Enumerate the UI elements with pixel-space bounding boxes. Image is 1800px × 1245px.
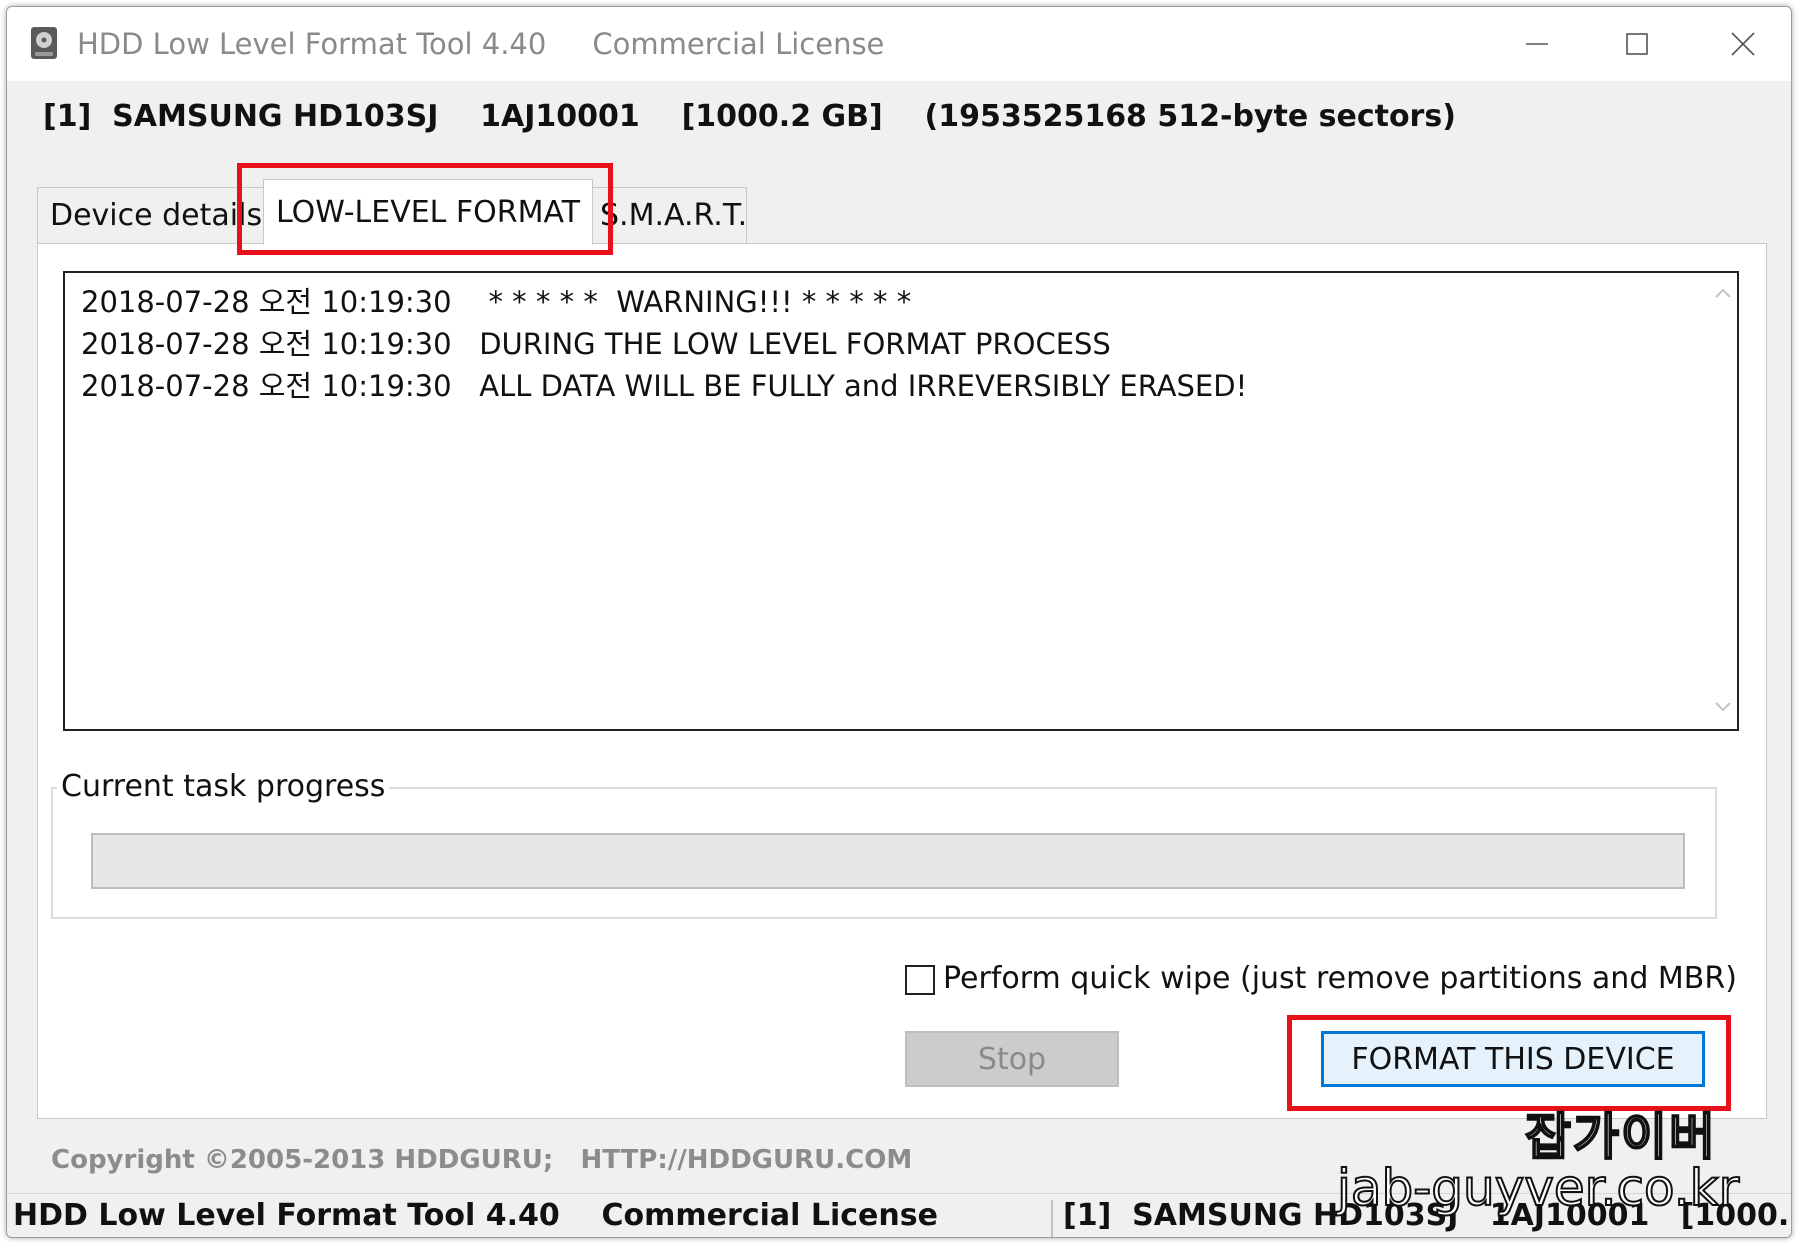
title-bar[interactable]: HDD Low Level Format Tool 4.40 Commercia… bbox=[7, 7, 1791, 81]
log-scrollbar[interactable] bbox=[1709, 275, 1737, 727]
log-line: 2018-07-28 오전 10:19:30 * * * * * WARNING… bbox=[81, 285, 912, 319]
watermark-url: jab-guyver.co.kr bbox=[1336, 1158, 1740, 1218]
close-icon bbox=[1731, 32, 1755, 56]
log-line: 2018-07-28 오전 10:19:30 ALL DATA WILL BE … bbox=[81, 369, 1248, 403]
log-box[interactable]: 2018-07-28 오전 10:19:30 * * * * * WARNING… bbox=[63, 271, 1739, 731]
device-header: [1] SAMSUNG HD103SJ 1AJ10001 [1000.2 GB]… bbox=[43, 99, 1456, 134]
minimize-button[interactable] bbox=[1487, 7, 1587, 81]
maximize-icon bbox=[1626, 33, 1648, 55]
quick-wipe-label[interactable]: Perform quick wipe (just remove partitio… bbox=[943, 961, 1737, 996]
hdd-app-icon bbox=[29, 25, 59, 61]
copyright-text: Copyright ©2005-2013 HDDGURU; HTTP://HDD… bbox=[51, 1145, 913, 1175]
highlight-box-tab bbox=[237, 163, 613, 255]
tab-device-details[interactable]: Device details bbox=[37, 187, 269, 243]
log-line: 2018-07-28 오전 10:19:30 DURING THE LOW LE… bbox=[81, 327, 1111, 361]
close-button[interactable] bbox=[1693, 7, 1791, 81]
progress-bar bbox=[91, 833, 1685, 889]
maximize-button[interactable] bbox=[1587, 7, 1687, 81]
progress-label: Current task progress bbox=[57, 769, 390, 804]
quick-wipe-checkbox[interactable] bbox=[905, 965, 935, 995]
stop-button[interactable]: Stop bbox=[905, 1031, 1119, 1087]
scroll-arrows-icon bbox=[1715, 288, 1731, 712]
minimize-icon bbox=[1526, 43, 1548, 45]
app-window: HDD Low Level Format Tool 4.40 Commercia… bbox=[6, 6, 1792, 1238]
status-divider bbox=[1051, 1200, 1053, 1237]
window-title: HDD Low Level Format Tool 4.40 Commercia… bbox=[77, 27, 885, 61]
status-app-info: HDD Low Level Format Tool 4.40 Commercia… bbox=[13, 1198, 938, 1233]
